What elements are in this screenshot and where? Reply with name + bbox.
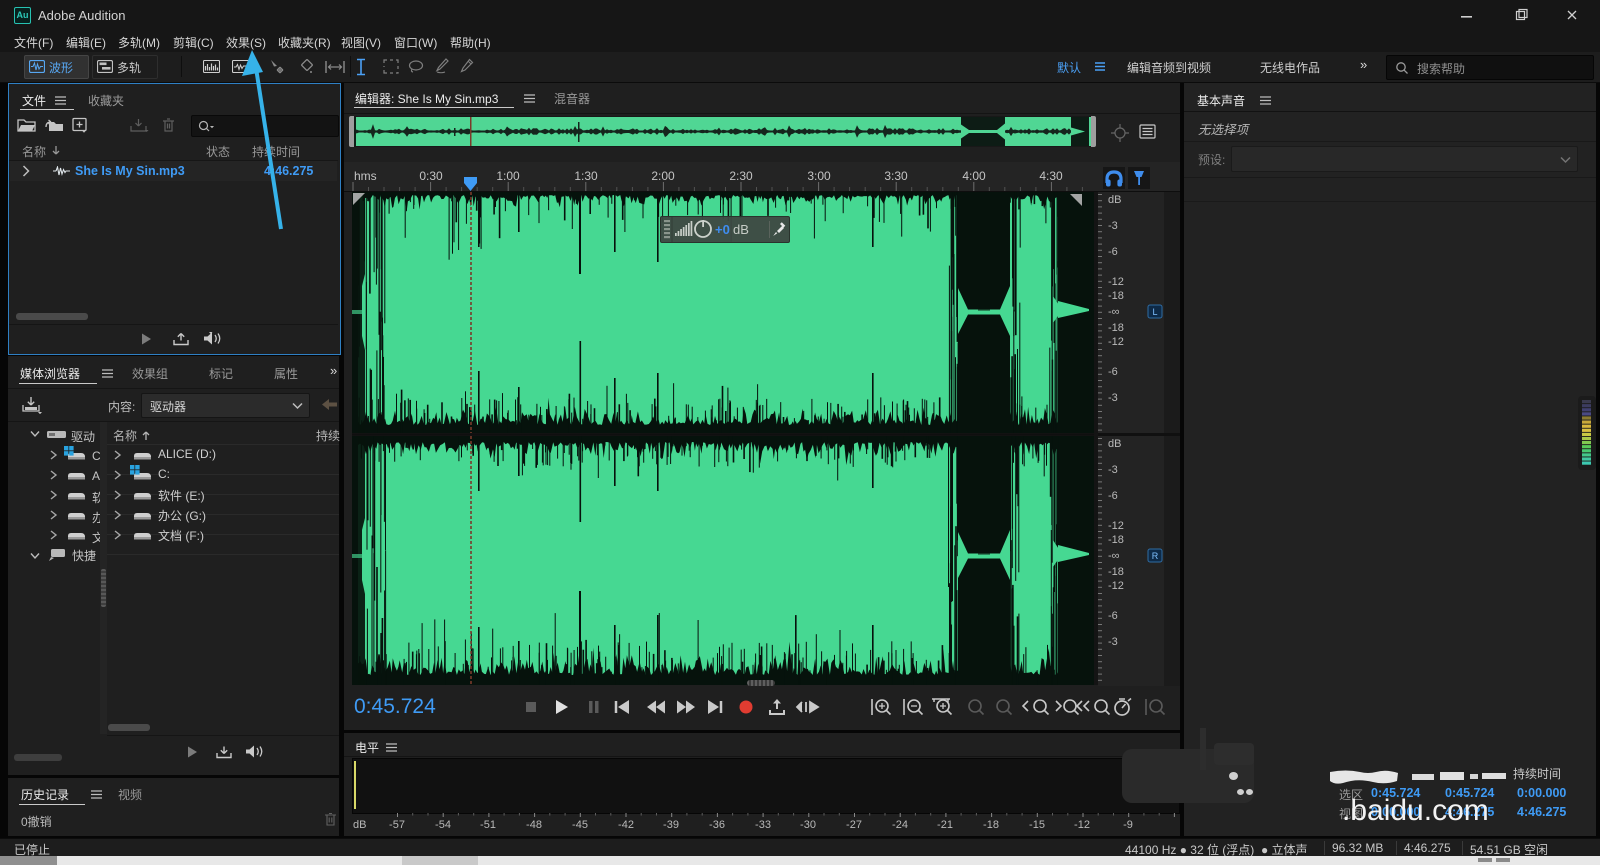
svg-text:dB: dB [1108,438,1121,450]
svg-text:-54: -54 [435,819,451,831]
svg-text:-21: -21 [937,819,953,831]
svg-text:dB: dB [1108,194,1121,206]
svg-text:-9: -9 [1123,819,1133,831]
svg-text:1:30: 1:30 [574,169,598,183]
svg-text:-39: -39 [663,819,679,831]
svg-text:-∞: -∞ [1108,306,1120,318]
svg-text:-6: -6 [1108,610,1118,622]
svg-text:dB: dB [353,819,366,831]
svg-text:-33: -33 [755,819,771,831]
svg-text:-30: -30 [800,819,816,831]
svg-text:3:30: 3:30 [884,169,908,183]
svg-text:2:00: 2:00 [651,169,675,183]
svg-text:-3: -3 [1108,464,1118,476]
svg-text:-36: -36 [709,819,725,831]
svg-text:-12: -12 [1074,819,1090,831]
svg-text:-6: -6 [1108,366,1118,378]
svg-text:-57: -57 [389,819,405,831]
svg-text:-18: -18 [1108,290,1124,302]
svg-text:-45: -45 [572,819,588,831]
svg-text:-12: -12 [1108,336,1124,348]
svg-text:-12: -12 [1108,580,1124,592]
svg-text:hms: hms [354,169,377,183]
svg-text:-3: -3 [1108,636,1118,648]
svg-text:+0: +0 [715,222,730,237]
svg-text:-12: -12 [1108,520,1124,532]
svg-text:-6: -6 [1108,490,1118,502]
svg-text:-18: -18 [1108,322,1124,334]
svg-text:2:30: 2:30 [729,169,753,183]
svg-text:-12: -12 [1108,276,1124,288]
svg-text:dB: dB [733,222,749,237]
svg-text:0:30: 0:30 [419,169,443,183]
svg-text:-18: -18 [1108,566,1124,578]
svg-text:-15: -15 [1029,819,1045,831]
svg-text:-18: -18 [1108,534,1124,546]
svg-text:-3: -3 [1108,392,1118,404]
svg-text:R: R [1152,551,1159,561]
svg-text:-3: -3 [1108,220,1118,232]
svg-text:-42: -42 [618,819,634,831]
svg-text:-48: -48 [526,819,542,831]
svg-text:-18: -18 [983,819,999,831]
svg-text:L: L [1152,307,1157,317]
svg-text:-24: -24 [892,819,908,831]
svg-text:-6: -6 [1108,246,1118,258]
svg-text:1:00: 1:00 [496,169,520,183]
svg-text:-∞: -∞ [1108,550,1120,562]
svg-text:4:00: 4:00 [962,169,986,183]
svg-text:4:30: 4:30 [1039,169,1063,183]
svg-text:-27: -27 [846,819,862,831]
svg-text:3:00: 3:00 [807,169,831,183]
svg-text:-51: -51 [480,819,496,831]
